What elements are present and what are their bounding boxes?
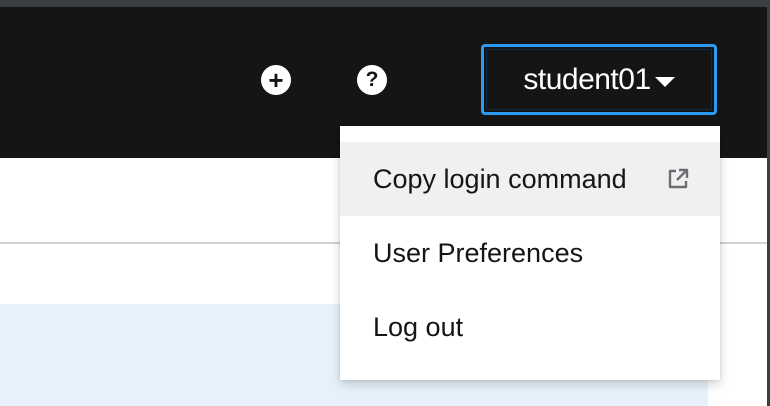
menu-item-label: Copy login command xyxy=(373,163,627,194)
user-menu-toggle[interactable]: student01 xyxy=(481,44,717,115)
menu-item-log-out[interactable]: Log out xyxy=(340,290,720,364)
plus-circle-icon[interactable]: + xyxy=(261,65,291,95)
menu-item-copy-login-command[interactable]: Copy login command xyxy=(340,142,720,216)
menu-item-user-preferences[interactable]: User Preferences xyxy=(340,216,720,290)
external-link-icon xyxy=(668,168,689,189)
window-top-strip xyxy=(0,0,770,7)
user-dropdown-menu: Copy login command User Preferences Log … xyxy=(340,126,720,380)
menu-item-label: User Preferences xyxy=(373,237,584,268)
username-label: student01 xyxy=(523,62,651,96)
question-circle-icon[interactable]: ? xyxy=(357,65,387,95)
caret-down-icon xyxy=(654,77,675,87)
menu-item-label: Log out xyxy=(373,311,464,342)
